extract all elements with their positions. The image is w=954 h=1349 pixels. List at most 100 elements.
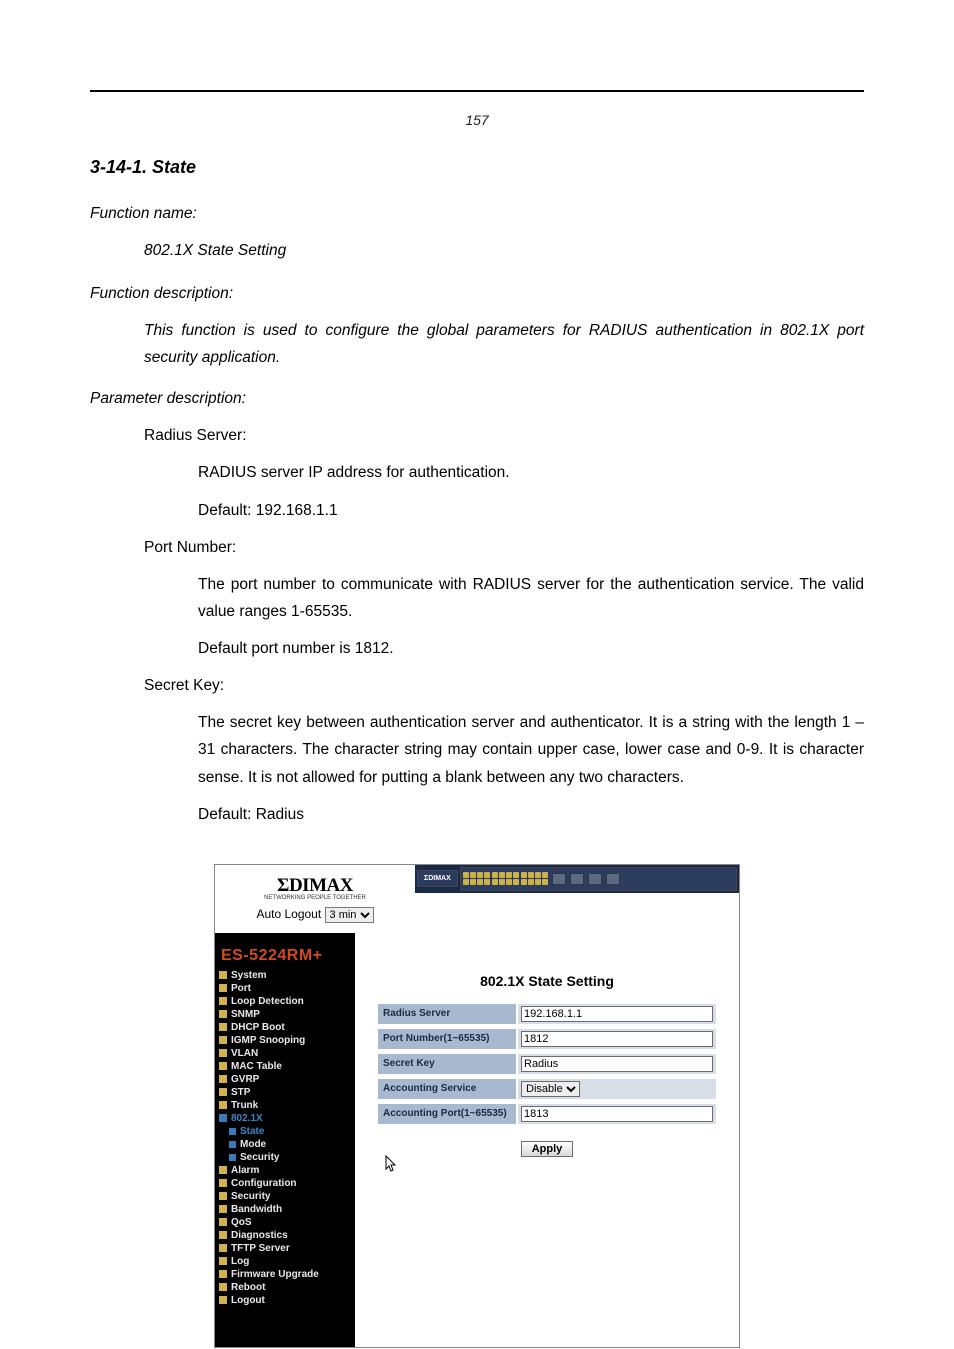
sidebar-item-label: Loop Detection bbox=[231, 996, 304, 1007]
input-radius-server[interactable] bbox=[521, 1006, 713, 1022]
sidebar-item-diagnostics[interactable]: Diagnostics bbox=[215, 1229, 355, 1242]
sidebar-item-log[interactable]: Log bbox=[215, 1255, 355, 1268]
device-header-logo: ΣDIMAX bbox=[417, 870, 458, 887]
function-name-label: Function name: bbox=[90, 205, 197, 222]
sidebar-item-security[interactable]: Security bbox=[215, 1151, 355, 1164]
sidebar-item-label: SNMP bbox=[231, 1009, 260, 1020]
sidebar-item-label: TFTP Server bbox=[231, 1243, 290, 1254]
sidebar-item-system[interactable]: System bbox=[215, 969, 355, 982]
param-radius-default: Default: 192.168.1.1 bbox=[198, 497, 864, 524]
bullet-icon bbox=[219, 1023, 227, 1031]
sidebar-item-label: Reboot bbox=[231, 1282, 265, 1293]
label-port-number: Port Number(1~65535) bbox=[377, 1028, 517, 1050]
sidebar-item-gvrp[interactable]: GVRP bbox=[215, 1073, 355, 1086]
cursor-icon bbox=[385, 1155, 399, 1178]
bullet-icon bbox=[219, 1244, 227, 1252]
sidebar-item-configuration[interactable]: Configuration bbox=[215, 1177, 355, 1190]
function-name: 802.1X State Setting bbox=[144, 237, 864, 264]
sidebar-item-label: Log bbox=[231, 1256, 249, 1267]
bullet-icon bbox=[219, 1270, 227, 1278]
section-heading: 3-14-1. State bbox=[90, 152, 864, 184]
sidebar-item-qos[interactable]: QoS bbox=[215, 1216, 355, 1229]
horizontal-rule bbox=[90, 90, 864, 92]
sidebar-item-label: Mode bbox=[240, 1139, 266, 1150]
bullet-icon bbox=[219, 984, 227, 992]
sidebar-item-security[interactable]: Security bbox=[215, 1190, 355, 1203]
bullet-icon bbox=[219, 971, 227, 979]
function-desc-label: Function description: bbox=[90, 285, 233, 302]
bullet-icon bbox=[219, 1218, 227, 1226]
bullet-icon bbox=[219, 1179, 227, 1187]
label-secret-key: Secret Key bbox=[377, 1053, 517, 1075]
parameter-label: Parameter description: bbox=[90, 390, 246, 407]
bullet-icon bbox=[219, 1205, 227, 1213]
sidebar-item-label: Logout bbox=[231, 1295, 265, 1306]
bullet-icon bbox=[219, 1231, 227, 1239]
bullet-icon bbox=[219, 1114, 227, 1122]
input-port-number[interactable] bbox=[521, 1031, 713, 1047]
param-radius-desc: RADIUS server IP address for authenticat… bbox=[198, 459, 864, 486]
param-secret-name: Secret Key: bbox=[144, 672, 864, 699]
function-desc: This function is used to configure the g… bbox=[144, 317, 864, 371]
sidebar-item-igmp-snooping[interactable]: IGMP Snooping bbox=[215, 1034, 355, 1047]
bullet-icon bbox=[219, 997, 227, 1005]
admin-screenshot: ΣDIMAX NETWORKING PEOPLE TOGETHER Auto L… bbox=[214, 864, 740, 1348]
sidebar-item-trunk[interactable]: Trunk bbox=[215, 1099, 355, 1112]
select-accounting-service[interactable]: Disable bbox=[521, 1081, 580, 1097]
sidebar-item-802-1x[interactable]: 802.1X bbox=[215, 1112, 355, 1125]
sidebar-item-label: DHCP Boot bbox=[231, 1022, 285, 1033]
param-portnum-default: Default port number is 1812. bbox=[198, 635, 864, 662]
sidebar-item-logout[interactable]: Logout bbox=[215, 1294, 355, 1307]
sidebar-item-label: System bbox=[231, 970, 267, 981]
label-accounting-port: Accounting Port(1~65535) bbox=[377, 1103, 517, 1125]
main-panel: 802.1X State Setting Radius Server Port … bbox=[355, 933, 739, 1347]
bullet-icon bbox=[229, 1128, 236, 1135]
brand-logo: ΣDIMAX NETWORKING PEOPLE TOGETHER bbox=[215, 865, 415, 905]
sidebar-item-label: Trunk bbox=[231, 1100, 258, 1111]
sidebar-item-loop-detection[interactable]: Loop Detection bbox=[215, 995, 355, 1008]
sidebar-item-label: QoS bbox=[231, 1217, 252, 1228]
param-secret-default: Default: Radius bbox=[198, 801, 864, 828]
bullet-icon bbox=[219, 1062, 227, 1070]
sidebar-item-dhcp-boot[interactable]: DHCP Boot bbox=[215, 1021, 355, 1034]
panel-title: 802.1X State Setting bbox=[377, 973, 717, 989]
sidebar-item-port[interactable]: Port bbox=[215, 982, 355, 995]
sidebar-item-mode[interactable]: Mode bbox=[215, 1138, 355, 1151]
sidebar-item-bandwidth[interactable]: Bandwidth bbox=[215, 1203, 355, 1216]
input-secret-key[interactable] bbox=[521, 1056, 713, 1072]
bullet-icon bbox=[219, 1101, 227, 1109]
param-radius-name: Radius Server: bbox=[144, 422, 864, 449]
sidebar-item-mac-table[interactable]: MAC Table bbox=[215, 1060, 355, 1073]
bullet-icon bbox=[219, 1257, 227, 1265]
sidebar-item-reboot[interactable]: Reboot bbox=[215, 1281, 355, 1294]
auto-logout-select[interactable]: 3 min bbox=[325, 907, 374, 923]
page-number: 157 bbox=[90, 112, 864, 128]
label-accounting-service: Accounting Service bbox=[377, 1078, 517, 1100]
apply-button[interactable]: Apply bbox=[521, 1141, 574, 1157]
sidebar-item-tftp-server[interactable]: TFTP Server bbox=[215, 1242, 355, 1255]
sidebar-item-alarm[interactable]: Alarm bbox=[215, 1164, 355, 1177]
input-accounting-port[interactable] bbox=[521, 1106, 713, 1122]
auto-logout-label: Auto Logout bbox=[256, 907, 321, 921]
bullet-icon bbox=[219, 1088, 227, 1096]
sidebar-item-state[interactable]: State bbox=[215, 1125, 355, 1138]
sidebar-item-firmware-upgrade[interactable]: Firmware Upgrade bbox=[215, 1268, 355, 1281]
bullet-icon bbox=[219, 1049, 227, 1057]
sidebar-item-label: Firmware Upgrade bbox=[231, 1269, 319, 1280]
sidebar-item-label: MAC Table bbox=[231, 1061, 282, 1072]
sidebar-item-snmp[interactable]: SNMP bbox=[215, 1008, 355, 1021]
bullet-icon bbox=[229, 1154, 236, 1161]
sidebar-item-label: VLAN bbox=[231, 1048, 258, 1059]
sidebar-item-label: Port bbox=[231, 983, 251, 994]
port-status-panel bbox=[460, 867, 737, 891]
model-name: ES-5224RM+ bbox=[215, 947, 355, 969]
sidebar-item-label: Alarm bbox=[231, 1165, 259, 1176]
bullet-icon bbox=[219, 1075, 227, 1083]
sidebar-item-label: Diagnostics bbox=[231, 1230, 288, 1241]
sidebar-item-label: Configuration bbox=[231, 1178, 297, 1189]
sidebar-item-label: Security bbox=[231, 1191, 270, 1202]
sidebar-item-vlan[interactable]: VLAN bbox=[215, 1047, 355, 1060]
sidebar-item-stp[interactable]: STP bbox=[215, 1086, 355, 1099]
bullet-icon bbox=[219, 1010, 227, 1018]
param-portnum-name: Port Number: bbox=[144, 534, 864, 561]
